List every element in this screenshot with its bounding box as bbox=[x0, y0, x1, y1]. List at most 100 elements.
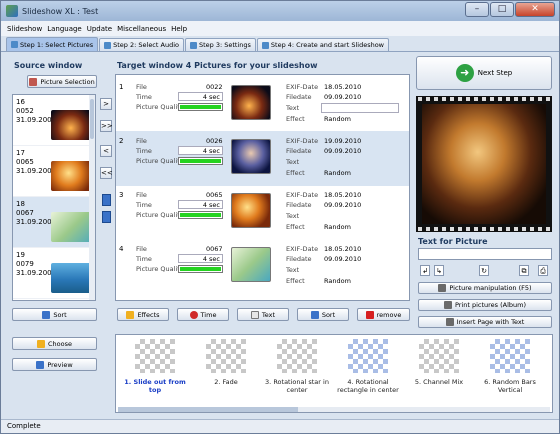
remove-button[interactable]: remove bbox=[357, 308, 410, 321]
effect-value: Random bbox=[324, 277, 351, 285]
file-label: File bbox=[136, 83, 147, 91]
document-icon bbox=[250, 310, 259, 319]
close-button[interactable]: ✕ bbox=[515, 2, 555, 17]
filedate-value: 09.09.2010 bbox=[324, 255, 362, 263]
effect-item[interactable]: 2. Fade bbox=[193, 339, 259, 386]
exif-date-value: 18.05.2010 bbox=[324, 191, 362, 199]
text-button[interactable]: Text bbox=[237, 308, 289, 321]
thumbnail-image bbox=[231, 247, 271, 282]
filedate-value: 09.09.2010 bbox=[324, 147, 362, 155]
app-window: Slideshow XL : Test – □ ✕ Slideshow Lang… bbox=[0, 0, 560, 434]
quality-bar bbox=[178, 265, 223, 273]
picture-manipulation-button[interactable]: Picture manipulation (F5) bbox=[418, 282, 552, 294]
quality-bar-fill bbox=[180, 267, 221, 271]
insert-page-button[interactable]: Insert Page with Text bbox=[418, 316, 552, 328]
maximize-button[interactable]: □ bbox=[490, 2, 514, 17]
exif-date-value: 18.05.2010 bbox=[324, 245, 362, 253]
time-field[interactable]: 4 sec bbox=[178, 146, 223, 155]
list-item[interactable]: 18 0067 31.09.2007 bbox=[13, 197, 95, 248]
title-bar: Slideshow XL : Test – □ ✕ bbox=[1, 1, 559, 21]
file-value: 0026 bbox=[206, 137, 223, 145]
target-sort-button[interactable]: Sort bbox=[297, 308, 349, 321]
move-up-icon[interactable] bbox=[102, 194, 111, 206]
menu-language[interactable]: Language bbox=[47, 25, 82, 33]
table-row[interactable]: 4 File 0067 Time 4 sec Picture Quality E… bbox=[116, 239, 409, 294]
source-list[interactable]: 16 0052 31.09.2007 17 0065 31.09.2007 18… bbox=[12, 94, 96, 301]
list-item[interactable]: 16 0052 31.09.2007 bbox=[13, 95, 95, 146]
item-file: 0052 bbox=[16, 107, 34, 115]
menu-bar: Slideshow Language Update Miscellaneous … bbox=[1, 21, 559, 36]
scrollbar-thumb[interactable] bbox=[90, 99, 94, 139]
time-field[interactable]: 4 sec bbox=[178, 200, 223, 209]
exif-date-value: 19.09.2010 bbox=[324, 137, 362, 145]
tab-label: Step 2: Select Audio bbox=[113, 41, 179, 49]
filedate-label: Filedate bbox=[286, 201, 312, 209]
effect-thumbnail bbox=[206, 339, 246, 373]
film-perforation bbox=[418, 227, 550, 231]
menu-update[interactable]: Update bbox=[87, 25, 112, 33]
remove-all-button[interactable]: << bbox=[100, 167, 113, 179]
align-left-icon[interactable]: ↲ bbox=[420, 265, 430, 276]
table-row[interactable]: 2 File 0026 Time 4 sec Picture Quality E… bbox=[116, 131, 409, 186]
menu-help[interactable]: Help bbox=[171, 25, 187, 33]
button-label: Insert Page with Text bbox=[456, 318, 525, 326]
effect-value: Random bbox=[324, 223, 351, 231]
time-field[interactable]: 4 sec bbox=[178, 92, 223, 101]
effect-item[interactable]: 6. Random Bars Vertical bbox=[477, 339, 543, 394]
menu-slideshow[interactable]: Slideshow bbox=[7, 25, 42, 33]
preview-button[interactable]: Preview bbox=[12, 358, 97, 371]
item-file: 0079 bbox=[16, 260, 34, 268]
quality-label: Picture Quality bbox=[136, 265, 184, 273]
print-icon[interactable]: ⎙ bbox=[538, 265, 548, 276]
time-field[interactable]: 4 sec bbox=[178, 254, 223, 263]
target-list[interactable]: 1 File 0022 Time 4 sec Picture Quality E… bbox=[115, 74, 410, 301]
tab-step-4[interactable]: Step 4: Create and start Slideshow bbox=[256, 38, 389, 51]
menu-miscellaneous[interactable]: Miscellaneous bbox=[117, 25, 166, 33]
file-value: 0065 bbox=[206, 191, 223, 199]
text-field[interactable] bbox=[321, 103, 399, 113]
filedate-label: Filedate bbox=[286, 255, 312, 263]
thumbnail-image bbox=[231, 193, 271, 228]
tab-step-3[interactable]: Step 3: Settings bbox=[184, 38, 256, 51]
choose-button[interactable]: Choose bbox=[12, 337, 97, 350]
table-row[interactable]: 3 File 0065 Time 4 sec Picture Quality E… bbox=[116, 185, 409, 240]
effect-item[interactable]: 5. Channel Mix bbox=[406, 339, 472, 386]
time-button[interactable]: Time bbox=[177, 308, 229, 321]
minimize-button[interactable]: – bbox=[465, 2, 489, 17]
table-row[interactable]: 1 File 0022 Time 4 sec Picture Quality E… bbox=[116, 77, 409, 132]
exif-date-label: EXIF-Date bbox=[286, 191, 319, 199]
effect-item[interactable]: 3. Rotational star in center bbox=[264, 339, 330, 394]
picture-text-input[interactable] bbox=[418, 248, 552, 260]
move-down-icon[interactable] bbox=[102, 211, 111, 223]
picture-selection-button[interactable]: Picture Selection bbox=[27, 75, 97, 88]
effect-item[interactable]: 1. Slide out from top bbox=[122, 339, 188, 394]
effects-strip[interactable]: 1. Slide out from top 2. Fade 3. Rotatio… bbox=[115, 334, 553, 413]
next-step-button[interactable]: ➜ Next Step bbox=[416, 56, 552, 90]
align-right-icon[interactable]: ↳ bbox=[434, 265, 444, 276]
rotate-icon[interactable]: ↻ bbox=[479, 265, 489, 276]
print-pictures-button[interactable]: Print pictures (Album) bbox=[418, 299, 552, 311]
source-sort-button[interactable]: Sort bbox=[12, 308, 97, 321]
effect-item[interactable]: 4. Rotational rectangle in center bbox=[335, 339, 401, 394]
copy-icon[interactable]: ⧉ bbox=[519, 265, 529, 276]
effects-button[interactable]: Effects bbox=[117, 308, 169, 321]
effects-scrollbar[interactable] bbox=[118, 407, 550, 412]
item-index: 18 bbox=[16, 200, 25, 208]
button-label: Text bbox=[261, 310, 276, 319]
film-perforation bbox=[418, 97, 550, 101]
remove-one-button[interactable]: < bbox=[100, 145, 112, 157]
row-index: 2 bbox=[119, 137, 124, 145]
source-window-title: Source window bbox=[14, 61, 83, 70]
lightning-icon bbox=[37, 339, 45, 348]
thumbnail-image bbox=[231, 139, 271, 174]
list-item[interactable]: 19 0079 31.09.2007 bbox=[13, 248, 95, 299]
add-all-button[interactable]: >> bbox=[100, 120, 113, 132]
source-scrollbar[interactable] bbox=[89, 95, 95, 300]
tab-step-2[interactable]: Step 2: Select Audio bbox=[99, 38, 184, 51]
quality-label: Picture Quality bbox=[136, 211, 184, 219]
scrollbar-thumb[interactable] bbox=[118, 407, 298, 412]
list-item[interactable]: 17 0065 31.09.2007 bbox=[13, 146, 95, 197]
tab-step-1[interactable]: Step 1: Select Pictures bbox=[6, 37, 99, 51]
effect-thumbnail bbox=[348, 339, 388, 373]
add-one-button[interactable]: > bbox=[100, 98, 112, 110]
